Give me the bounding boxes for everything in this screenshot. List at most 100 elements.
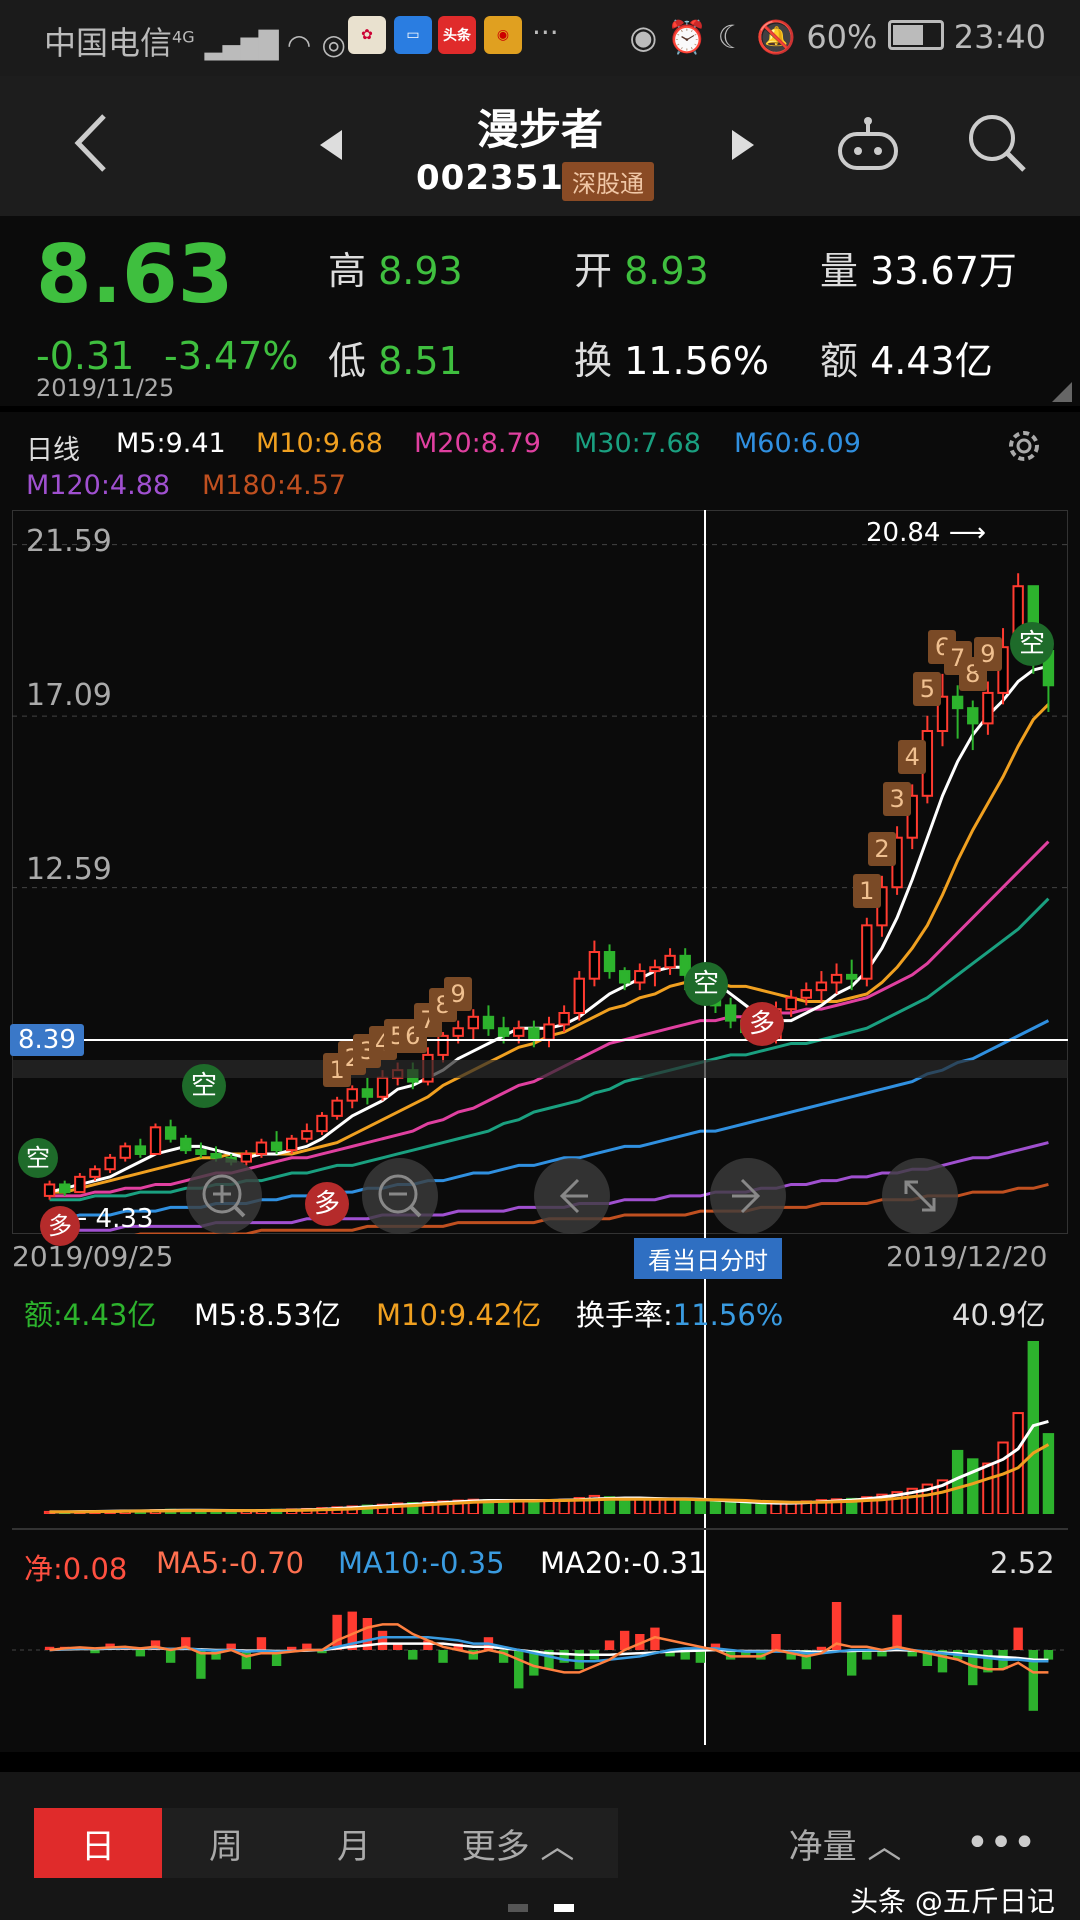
open-label: 开: [574, 249, 613, 293]
y-tick-3: 12.59: [26, 852, 112, 887]
count-label-8: 9: [444, 976, 473, 1011]
flow-bar-19: [332, 1614, 342, 1650]
volume-bar-45: [724, 1501, 737, 1514]
candle-body-5: [119, 1145, 131, 1159]
volume-value: 33.67万: [870, 249, 1017, 293]
candle-body-45: [724, 1004, 737, 1022]
kline-chart[interactable]: [12, 510, 1068, 1234]
candle-body-49: [785, 996, 797, 1011]
weibo-icon: ◉: [484, 16, 522, 54]
candle-body-3: [89, 1168, 101, 1178]
intraday-button[interactable]: 看当日分时: [634, 1238, 782, 1279]
legend-m20-text: M20:8.79: [414, 428, 541, 459]
gear-icon: [1009, 431, 1039, 461]
open-value: 8.93: [624, 249, 709, 293]
expand-icon: [904, 1180, 936, 1212]
vol-m10: M10:9.42亿: [376, 1298, 542, 1332]
candle-body-21: [361, 1088, 374, 1098]
moon-icon: ☾: [717, 18, 747, 56]
legend-m20: M20:8.79: [414, 428, 541, 459]
watermark: 头条 @五斤日记: [850, 1885, 1055, 1918]
volume-bar-31: [513, 1499, 525, 1514]
candle-body-17: [301, 1130, 313, 1140]
flow-chart[interactable]: [12, 1590, 1068, 1750]
search-button[interactable]: [966, 112, 1028, 178]
tab-more-label: 更多: [461, 1826, 530, 1867]
robot-button[interactable]: [836, 116, 900, 178]
legend-m120: M120:4.88: [26, 470, 170, 501]
volume-chart[interactable]: [12, 1334, 1068, 1514]
flow-max: 2.52: [990, 1546, 1055, 1580]
candle-body-19: [331, 1099, 343, 1117]
stock-code: 002351: [416, 158, 564, 198]
min-price-value: 4.33: [95, 1204, 154, 1234]
turnover-value: 11.56%: [624, 339, 770, 383]
tab-week[interactable]: 周: [162, 1808, 290, 1878]
candle-body-10: [195, 1149, 207, 1155]
volume-bar-44: [709, 1500, 722, 1514]
crosshair-horizontal: [12, 1039, 1068, 1041]
candle-body-37: [603, 951, 616, 973]
signal-short-2: 空: [182, 1064, 226, 1108]
eye-icon: ◉: [629, 18, 658, 56]
volume-bars: [43, 1341, 1055, 1514]
arrow-right-icon: ⟶: [948, 518, 986, 548]
candle-body-51: [815, 981, 828, 992]
scroll-right-button[interactable]: [710, 1158, 786, 1234]
battery-percent: 60%: [806, 18, 878, 56]
legend-m30: M30:7.68: [574, 428, 701, 459]
candle-body-8: [164, 1126, 177, 1140]
status-right: ◉ ⏰ ☾ 🔕 60% 23:40: [629, 18, 1046, 56]
highlight-band: [12, 1060, 1068, 1078]
flow-bar-26: [438, 1650, 448, 1663]
alarm-icon: ⏰: [667, 18, 708, 56]
price-change: -0.31: [36, 334, 135, 378]
more-menu-button[interactable]: •••: [946, 1808, 1056, 1878]
legend-m30-text: M30:7.68: [574, 428, 701, 459]
flow-bar-53: [846, 1650, 857, 1676]
volume-bar-61: [967, 1458, 979, 1514]
volume-bar-48: [770, 1502, 782, 1514]
tab-day[interactable]: 日: [34, 1808, 162, 1878]
turnover-rate-value: 11.56%: [672, 1298, 784, 1332]
arrow-left-icon: [559, 1178, 588, 1214]
legend-m10: M10:9.68: [256, 428, 383, 459]
candle-body-9: [180, 1137, 192, 1152]
quote-date: 2019/11/25: [36, 374, 175, 402]
flow-bar-3: [90, 1650, 100, 1654]
candle-body-50: [800, 989, 812, 999]
search-icon: [969, 115, 1026, 172]
candle-body-16: [286, 1137, 298, 1152]
scroll-left-button[interactable]: [534, 1158, 610, 1234]
app-icon-2: ▭: [394, 16, 432, 54]
zoom-out-button[interactable]: [362, 1158, 438, 1234]
low-label: 低: [328, 339, 367, 383]
x-axis-end: 2019/12/20: [886, 1240, 1048, 1273]
candle-body-30: [497, 1027, 510, 1037]
tab-more[interactable]: 更多 ︿: [418, 1808, 618, 1878]
indicator-selector[interactable]: 净量 ︿: [760, 1808, 930, 1878]
tab-month[interactable]: 月: [290, 1808, 418, 1878]
legend-m60: M60:6.09: [734, 428, 861, 459]
expand-corner-icon[interactable]: [1052, 382, 1072, 402]
volume-bar-40: [649, 1497, 661, 1514]
candle-body-20: [346, 1088, 358, 1102]
candle-body-52: [830, 973, 843, 984]
vol-max: 40.9亿: [952, 1298, 1046, 1332]
low-field: 低 8.51: [328, 330, 463, 385]
signal-long-2: 多: [305, 1182, 349, 1226]
settings-button[interactable]: [1002, 424, 1046, 472]
flow-bar-24: [408, 1650, 418, 1660]
candle-body-61: [967, 707, 979, 725]
candle-body-18: [316, 1114, 328, 1133]
period-label[interactable]: 日线: [26, 428, 80, 467]
zoom-in-button[interactable]: [186, 1158, 262, 1234]
carrier-label: 中国电信4G ▂▄▆█ ◠ ◎: [44, 18, 346, 64]
volume-bar-33: [543, 1499, 555, 1514]
x-axis-start: 2019/09/25: [12, 1240, 174, 1273]
volume-bar-47: [755, 1503, 767, 1514]
chevron-up-icon: ︿: [867, 1826, 902, 1867]
flow-net: 净:0.08: [24, 1552, 128, 1586]
max-price-label: 20.84 ⟶: [866, 518, 986, 548]
fullscreen-button[interactable]: [882, 1158, 958, 1234]
